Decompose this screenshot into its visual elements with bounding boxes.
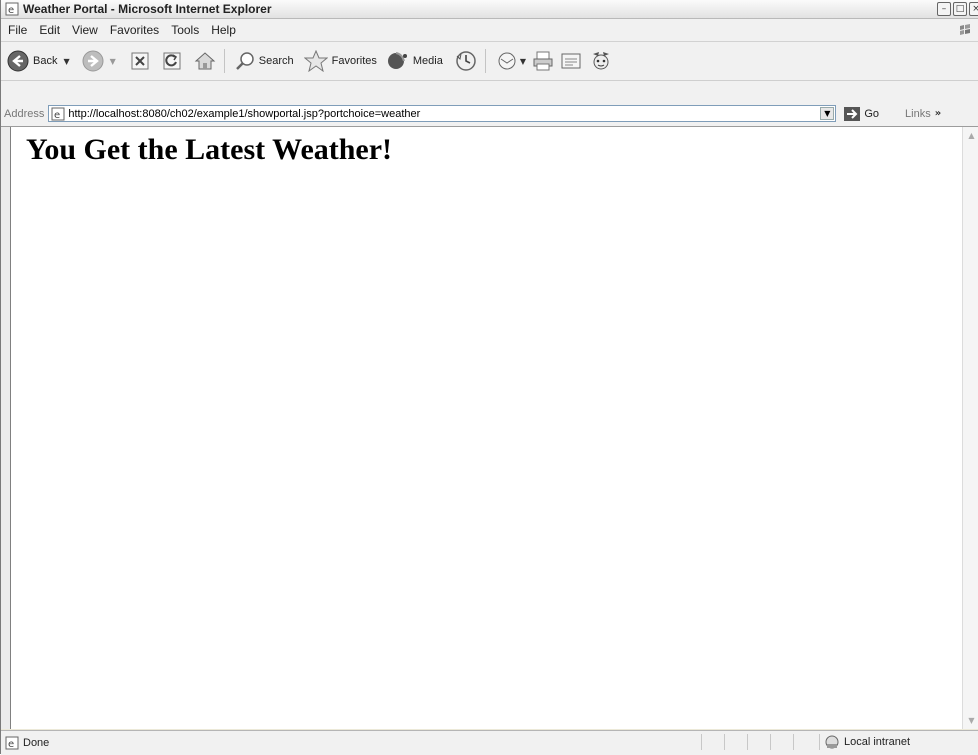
title-bar: e Weather Portal - Microsoft Internet Ex… bbox=[1, 0, 978, 19]
menu-tools[interactable]: Tools bbox=[165, 23, 205, 37]
menu-view[interactable]: View bbox=[66, 23, 104, 37]
mail-icon bbox=[498, 52, 516, 70]
browser-window: e Weather Portal - Microsoft Internet Ex… bbox=[0, 0, 978, 755]
media-icon bbox=[387, 52, 407, 69]
close-button[interactable]: × bbox=[969, 2, 978, 16]
go-label: Go bbox=[864, 107, 880, 120]
status-panel bbox=[701, 734, 724, 750]
print-icon bbox=[533, 51, 553, 71]
home-button[interactable] bbox=[194, 50, 216, 72]
edit-icon bbox=[561, 53, 581, 69]
window-title: Weather Portal - Microsoft Internet Expl… bbox=[23, 2, 272, 16]
media-button[interactable]: Media bbox=[387, 51, 443, 71]
home-icon bbox=[194, 52, 216, 70]
intranet-icon bbox=[825, 735, 839, 749]
menu-help[interactable]: Help bbox=[205, 23, 242, 37]
back-dropdown-icon[interactable]: ▼ bbox=[63, 57, 69, 66]
refresh-icon bbox=[163, 52, 181, 70]
links-label[interactable]: Links bbox=[905, 108, 931, 120]
address-bar: Address e http://localhost:8080/ch02/exa… bbox=[1, 101, 978, 127]
search-label: Search bbox=[258, 55, 294, 67]
toolbar-separator bbox=[223, 49, 225, 73]
scroll-down-icon[interactable]: ▼ bbox=[964, 713, 978, 728]
svg-text:e: e bbox=[8, 5, 14, 16]
ie-page-icon: e bbox=[5, 736, 19, 750]
favorites-label: Favorites bbox=[331, 55, 377, 67]
toolbar-separator bbox=[484, 49, 486, 73]
forward-button[interactable]: ▼ bbox=[82, 50, 116, 72]
links-chevron-icon[interactable]: » bbox=[935, 108, 941, 119]
history-button[interactable] bbox=[455, 50, 477, 72]
back-label: Back bbox=[33, 55, 58, 67]
standard-toolbar: Back ▼ ▼ Search Favorites Media ▼ bbox=[1, 42, 978, 81]
status-panel bbox=[724, 734, 747, 750]
menu-bar: File Edit View Favorites Tools Help bbox=[1, 19, 978, 42]
minimize-button[interactable]: – bbox=[937, 2, 951, 16]
address-input[interactable]: e http://localhost:8080/ch02/example1/sh… bbox=[48, 105, 837, 122]
page-heading: You Get the Latest Weather! bbox=[26, 133, 393, 166]
ie-page-icon: e bbox=[51, 107, 65, 121]
refresh-button[interactable] bbox=[162, 51, 182, 71]
forward-dropdown-icon[interactable]: ▼ bbox=[110, 57, 116, 66]
page-content: You Get the Latest Weather! bbox=[10, 127, 963, 729]
status-bar: e Done Local intranet bbox=[1, 730, 978, 755]
history-icon bbox=[456, 51, 476, 71]
menu-favorites[interactable]: Favorites bbox=[104, 23, 165, 37]
stop-icon bbox=[131, 52, 149, 70]
menu-edit[interactable]: Edit bbox=[33, 23, 66, 37]
mail-dropdown-icon[interactable]: ▼ bbox=[520, 57, 526, 66]
svg-text:e: e bbox=[8, 739, 14, 750]
back-button[interactable]: Back ▼ bbox=[7, 50, 70, 72]
menu-file[interactable]: File bbox=[1, 23, 33, 37]
address-dropdown-icon[interactable]: ▼ bbox=[820, 107, 835, 120]
mail-button[interactable]: ▼ bbox=[496, 51, 526, 71]
address-label: Address bbox=[4, 107, 45, 120]
windows-logo-icon bbox=[960, 24, 970, 35]
svg-text:e: e bbox=[54, 110, 60, 121]
edit-button[interactable] bbox=[560, 51, 582, 71]
security-zone[interactable]: Local intranet bbox=[819, 734, 910, 750]
back-arrow-icon bbox=[7, 50, 29, 72]
security-zone-label: Local intranet bbox=[844, 736, 911, 748]
forward-arrow-icon bbox=[82, 50, 104, 72]
search-button[interactable]: Search bbox=[235, 51, 294, 71]
ie-page-icon: e bbox=[5, 2, 19, 16]
status-panel bbox=[770, 734, 793, 750]
favorites-star-icon bbox=[303, 50, 328, 72]
status-panels bbox=[701, 734, 816, 750]
media-label: Media bbox=[412, 55, 443, 67]
stop-button[interactable] bbox=[130, 51, 150, 71]
window-left-frame bbox=[1, 127, 10, 729]
favorites-button[interactable]: Favorites bbox=[303, 50, 377, 72]
status-panel bbox=[793, 734, 816, 750]
maximize-button[interactable]: □ bbox=[953, 2, 967, 16]
messenger-icon bbox=[593, 52, 610, 70]
scroll-up-icon[interactable]: ▲ bbox=[964, 128, 978, 143]
address-url: http://localhost:8080/ch02/example1/show… bbox=[68, 107, 421, 120]
go-arrow-icon bbox=[844, 106, 861, 121]
search-icon bbox=[235, 52, 254, 70]
toolbar-gap bbox=[1, 81, 978, 101]
status-panel bbox=[747, 734, 770, 750]
print-button[interactable] bbox=[532, 51, 554, 71]
vertical-scrollbar[interactable]: ▲ ▼ bbox=[962, 127, 978, 729]
window-controls: – □ × bbox=[937, 2, 978, 16]
go-button[interactable]: Go bbox=[844, 106, 880, 121]
status-text: Done bbox=[23, 737, 50, 749]
messenger-button[interactable] bbox=[590, 50, 612, 72]
